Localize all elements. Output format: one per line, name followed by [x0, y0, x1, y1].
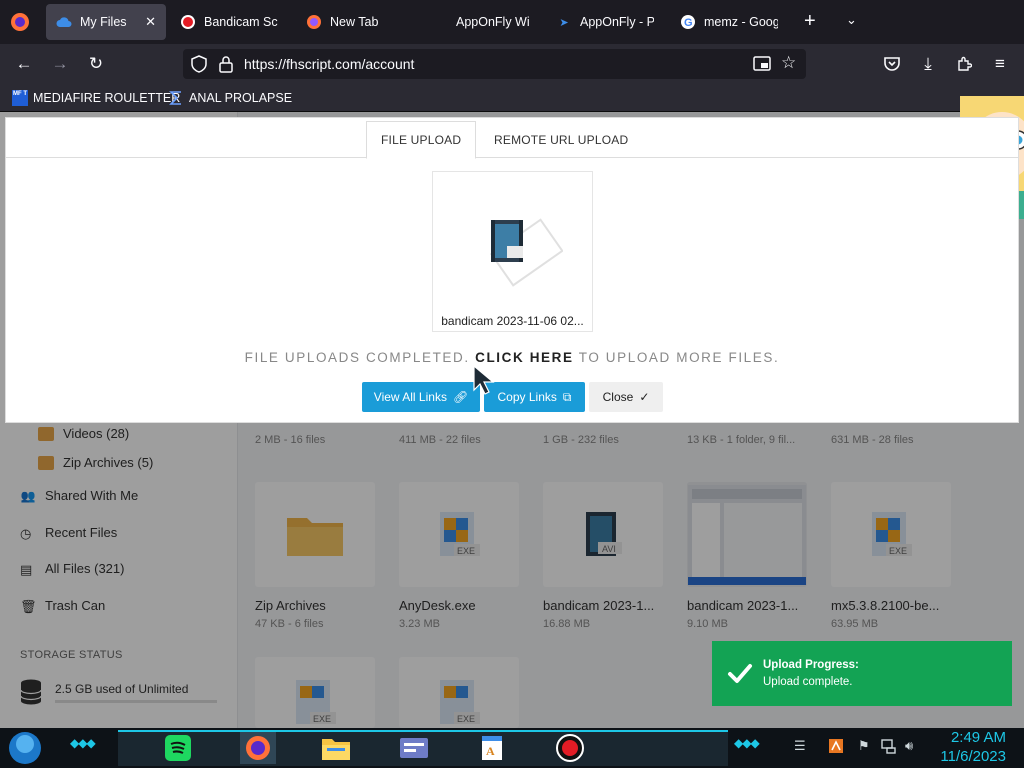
- back-arrow-icon[interactable]: ←: [12, 52, 36, 76]
- click-here-link[interactable]: CLICK HERE: [475, 350, 574, 365]
- google-icon: G: [680, 14, 696, 30]
- video-file-icon: [473, 212, 564, 292]
- file-explorer-app-icon[interactable]: [318, 732, 354, 764]
- start-orb-icon[interactable]: [7, 730, 43, 766]
- spotify-app-icon[interactable]: [160, 732, 196, 764]
- system-clock[interactable]: 2:49 AM 11/6/2023: [940, 728, 1006, 766]
- upload-status-line: FILE UPLOADS COMPLETED. CLICK HERE TO UP…: [6, 350, 1018, 365]
- downloads-icon[interactable]: ⤓: [916, 52, 940, 76]
- uploaded-file-preview[interactable]: bandicam 2023-11-06 02...: [432, 171, 593, 332]
- reload-icon[interactable]: ↻: [84, 52, 108, 76]
- checkmark-icon: ✓: [639, 390, 650, 404]
- copy-links-button[interactable]: Copy Links ⧉: [484, 382, 585, 412]
- cloud-icon: [56, 14, 72, 30]
- close-button[interactable]: Close ✓: [589, 382, 663, 412]
- view-all-links-button[interactable]: View All Links 🔗︎: [362, 382, 480, 412]
- address-bar[interactable]: https://fhscript.com/account ☆: [183, 49, 806, 79]
- tab-my-files[interactable]: My Files ✕: [46, 4, 166, 40]
- tab-label: My Files: [80, 15, 127, 29]
- bookmark-star-icon[interactable]: ☆: [781, 53, 796, 73]
- tab-apponfly-po[interactable]: ➤ AppOnFly - Po: [546, 4, 664, 40]
- firefox-menu-icon[interactable]: [10, 12, 30, 32]
- toast-title: Upload Progress:: [763, 659, 859, 671]
- app-tray-icon[interactable]: [828, 738, 844, 757]
- button-label: Close: [602, 390, 634, 404]
- mediafire-icon: MF T: [12, 90, 28, 106]
- tab-label: AppOnFly - Po: [580, 15, 654, 29]
- show-desktop-icon[interactable]: ☰: [794, 738, 806, 754]
- copy-icon: ⧉: [562, 389, 572, 404]
- mouse-cursor-icon: [472, 364, 498, 396]
- url-text: https://fhscript.com/account: [244, 56, 415, 72]
- tab-label: New Tab: [330, 15, 379, 29]
- sigma-icon: [168, 90, 184, 106]
- bandicam-icon: [180, 14, 196, 30]
- bookmark-mediafire-rouletter[interactable]: MF T MEDIAFIRE ROULETTER: [12, 90, 180, 106]
- extensions-icon[interactable]: [952, 52, 976, 76]
- bookmark-label: MEDIAFIRE ROULETTER: [33, 91, 181, 105]
- link-icon: 🔗︎: [452, 390, 469, 404]
- tab-label: memz - Google: [704, 15, 778, 29]
- close-tab-icon[interactable]: ✕: [145, 14, 156, 30]
- taskbar-decoration-left: ◆◆◆: [70, 736, 96, 750]
- svg-text:A: A: [486, 744, 495, 758]
- control-panel-app-icon[interactable]: [396, 732, 432, 764]
- notepad-app-icon[interactable]: A: [474, 732, 510, 764]
- svg-text:G: G: [684, 17, 693, 29]
- tab-memz-google[interactable]: G memz - Google: [670, 4, 788, 40]
- taskbar: ◆◆◆ A ◆◆◆ ☰ ⚑ 🔊︎ 2:49 AM 11/6/2023: [0, 728, 1024, 768]
- tab-label: Bandicam Scre: [204, 15, 278, 29]
- bookmarks-toolbar: MF T MEDIAFIRE ROULETTER ANAL PROLAPSE: [0, 84, 1024, 112]
- toast-message: Upload complete.: [763, 676, 853, 688]
- modal-tab-bar: FILE UPLOAD REMOTE URL UPLOAD: [6, 118, 1018, 159]
- status-suffix: TO UPLOAD MORE FILES.: [578, 350, 780, 365]
- shield-icon[interactable]: [191, 55, 207, 73]
- firefox-icon: [306, 14, 322, 30]
- firefox-app-icon[interactable]: [240, 732, 276, 764]
- send-icon: ➤: [559, 16, 569, 29]
- tab-label: AppOnFly Win: [456, 15, 530, 29]
- volume-icon[interactable]: 🔊︎: [905, 738, 913, 754]
- forward-arrow-icon[interactable]: →: [48, 52, 72, 76]
- new-tab-button[interactable]: +: [804, 10, 816, 33]
- checkmark-icon: [726, 659, 754, 687]
- picture-in-picture-icon[interactable]: [753, 56, 771, 72]
- blank-page-icon: [432, 14, 448, 30]
- bandicam-record-app-icon[interactable]: [552, 732, 588, 764]
- bookmark-anal-prolapse[interactable]: ANAL PROLAPSE: [168, 90, 292, 106]
- clock-time: 2:49 AM: [950, 729, 1006, 746]
- network-icon[interactable]: [881, 738, 897, 757]
- upload-progress-toast[interactable]: Upload Progress: Upload complete.: [712, 641, 1012, 706]
- bookmark-label: ANAL PROLAPSE: [189, 91, 293, 105]
- tab-apponfly-win[interactable]: AppOnFly Win: [422, 4, 540, 40]
- hamburger-menu-icon[interactable]: ≡: [988, 52, 1012, 76]
- status-prefix: FILE UPLOADS COMPLETED.: [244, 350, 470, 365]
- lock-icon[interactable]: [219, 55, 233, 73]
- list-all-tabs-icon[interactable]: ⌄: [846, 12, 857, 28]
- action-center-flag-icon[interactable]: ⚑: [858, 738, 870, 754]
- navigation-bar: ← → ↻ https://fhscript.com/account ☆ ⤓ ≡: [0, 44, 1024, 84]
- button-label: Copy Links: [497, 390, 557, 404]
- upload-modal: FILE UPLOAD REMOTE URL UPLOAD bandicam 2…: [5, 117, 1019, 423]
- button-label: View All Links: [373, 390, 447, 404]
- tab-bandicam[interactable]: Bandicam Scre: [170, 4, 288, 40]
- taskbar-decoration-right: ◆◆◆: [734, 736, 760, 750]
- uploaded-file-name: bandicam 2023-11-06 02...: [441, 314, 584, 328]
- pocket-icon[interactable]: [880, 52, 904, 76]
- tab-new-tab[interactable]: New Tab: [296, 4, 414, 40]
- clock-date: 11/6/2023: [940, 748, 1006, 765]
- tab-file-upload[interactable]: FILE UPLOAD: [366, 121, 477, 159]
- tab-remote-url-upload[interactable]: REMOTE URL UPLOAD: [480, 121, 642, 159]
- browser-tab-bar: My Files ✕ Bandicam Scre New Tab AppOnFl…: [0, 0, 1024, 44]
